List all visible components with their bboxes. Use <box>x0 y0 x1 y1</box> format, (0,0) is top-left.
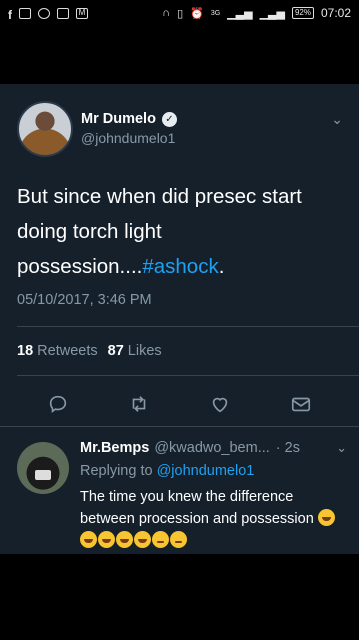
thinking-emoji-icon <box>152 531 169 548</box>
share-button[interactable] <box>289 392 313 416</box>
message-icon <box>19 7 31 19</box>
tweet-text: But since when did presec start doing to… <box>17 179 347 284</box>
whatsapp-icon <box>38 7 50 19</box>
avatar[interactable] <box>17 101 73 157</box>
likes-count: 87 <box>107 343 124 359</box>
retweets-stat[interactable]: 18 Retweets <box>17 343 98 359</box>
tweet-stats: 18 Retweets 87 Likes <box>17 343 162 359</box>
retweet-icon <box>132 396 146 412</box>
laughing-emoji-icon <box>116 531 133 548</box>
gallery-icon <box>57 7 69 19</box>
reply-text: The time you knew the difference between… <box>80 486 350 552</box>
facebook-icon: f <box>8 7 12 22</box>
divider <box>17 326 359 327</box>
laughing-emoji-icon <box>317 509 335 526</box>
replying-mention[interactable]: @johndumelo1 <box>157 463 255 479</box>
headphones-icon: ∩ <box>162 7 171 19</box>
chevron-down-icon[interactable]: ⌄ <box>331 111 343 128</box>
tweet-actions <box>0 386 359 422</box>
verified-badge-icon: ✓ <box>161 111 177 127</box>
reply-author-name[interactable]: Mr.Bemps <box>80 440 149 456</box>
chevron-down-icon[interactable]: ⌄ <box>336 440 347 456</box>
share-icon <box>291 397 311 412</box>
reply-icon <box>49 395 67 413</box>
signal-icon-2: ▁▃▅ <box>259 7 285 20</box>
status-bar-system: ∩ ▯ ⏰ 3G ▁▃▅ ▁▃▅ 92% 07:02 <box>162 6 351 20</box>
replying-to: Replying to @johndumelo1 <box>80 463 254 479</box>
author-handle[interactable]: @johndumelo1 <box>81 130 177 146</box>
retweets-label: Retweets <box>37 343 98 359</box>
divider <box>17 375 359 376</box>
like-icon <box>212 397 228 413</box>
author-name[interactable]: Mr Dumelo <box>81 111 156 127</box>
reply-text-body: The time you knew the difference between… <box>80 489 314 527</box>
like-button[interactable] <box>208 392 232 416</box>
signal-icon: ▁▃▅ <box>227 7 253 20</box>
reply-header: Mr.Bemps @kwadwo_bem... · 2s ⌄ <box>80 440 347 456</box>
reply-tweet[interactable]: Mr.Bemps @kwadwo_bem... · 2s ⌄ Replying … <box>0 434 359 554</box>
status-bar: f M ∩ ▯ ⏰ 3G ▁▃▅ ▁▃▅ 92% 07:02 <box>0 0 359 26</box>
likes-label: Likes <box>127 343 162 359</box>
replying-prefix: Replying to <box>80 463 153 479</box>
laughing-emoji-icon <box>98 531 115 548</box>
divider <box>0 426 359 427</box>
hashtag-link[interactable]: #ashock <box>142 255 218 278</box>
retweet-button[interactable] <box>127 392 151 416</box>
tweet-text-tail: . <box>218 255 225 278</box>
network-type: 3G <box>210 9 221 17</box>
reply-button[interactable] <box>46 392 70 416</box>
tweet-header: Mr Dumelo ✓ @johndumelo1 ⌄ <box>17 101 347 159</box>
reply-time: · 2s <box>275 440 300 456</box>
battery-level: 92% <box>291 7 314 19</box>
status-bar-notifications: f M <box>8 7 88 22</box>
gmail-icon: M <box>76 7 88 19</box>
retweets-count: 18 <box>17 343 34 359</box>
tweet-timestamp: 05/10/2017, 3:46 PM <box>17 292 152 308</box>
tweet-card: Mr Dumelo ✓ @johndumelo1 ⌄ But since whe… <box>0 84 359 554</box>
clock: 07:02 <box>320 6 351 20</box>
avatar[interactable] <box>17 442 69 494</box>
laughing-emoji-icon <box>80 531 97 548</box>
alarm-icon: ⏰ <box>190 7 204 20</box>
reply-author-handle[interactable]: @kwadwo_bem... <box>154 440 269 456</box>
vibrate-icon: ▯ <box>177 7 184 20</box>
author-block[interactable]: Mr Dumelo ✓ @johndumelo1 <box>81 111 177 146</box>
laughing-emoji-icon <box>134 531 151 548</box>
thinking-emoji-icon <box>170 531 187 548</box>
likes-stat[interactable]: 87 Likes <box>108 343 162 359</box>
